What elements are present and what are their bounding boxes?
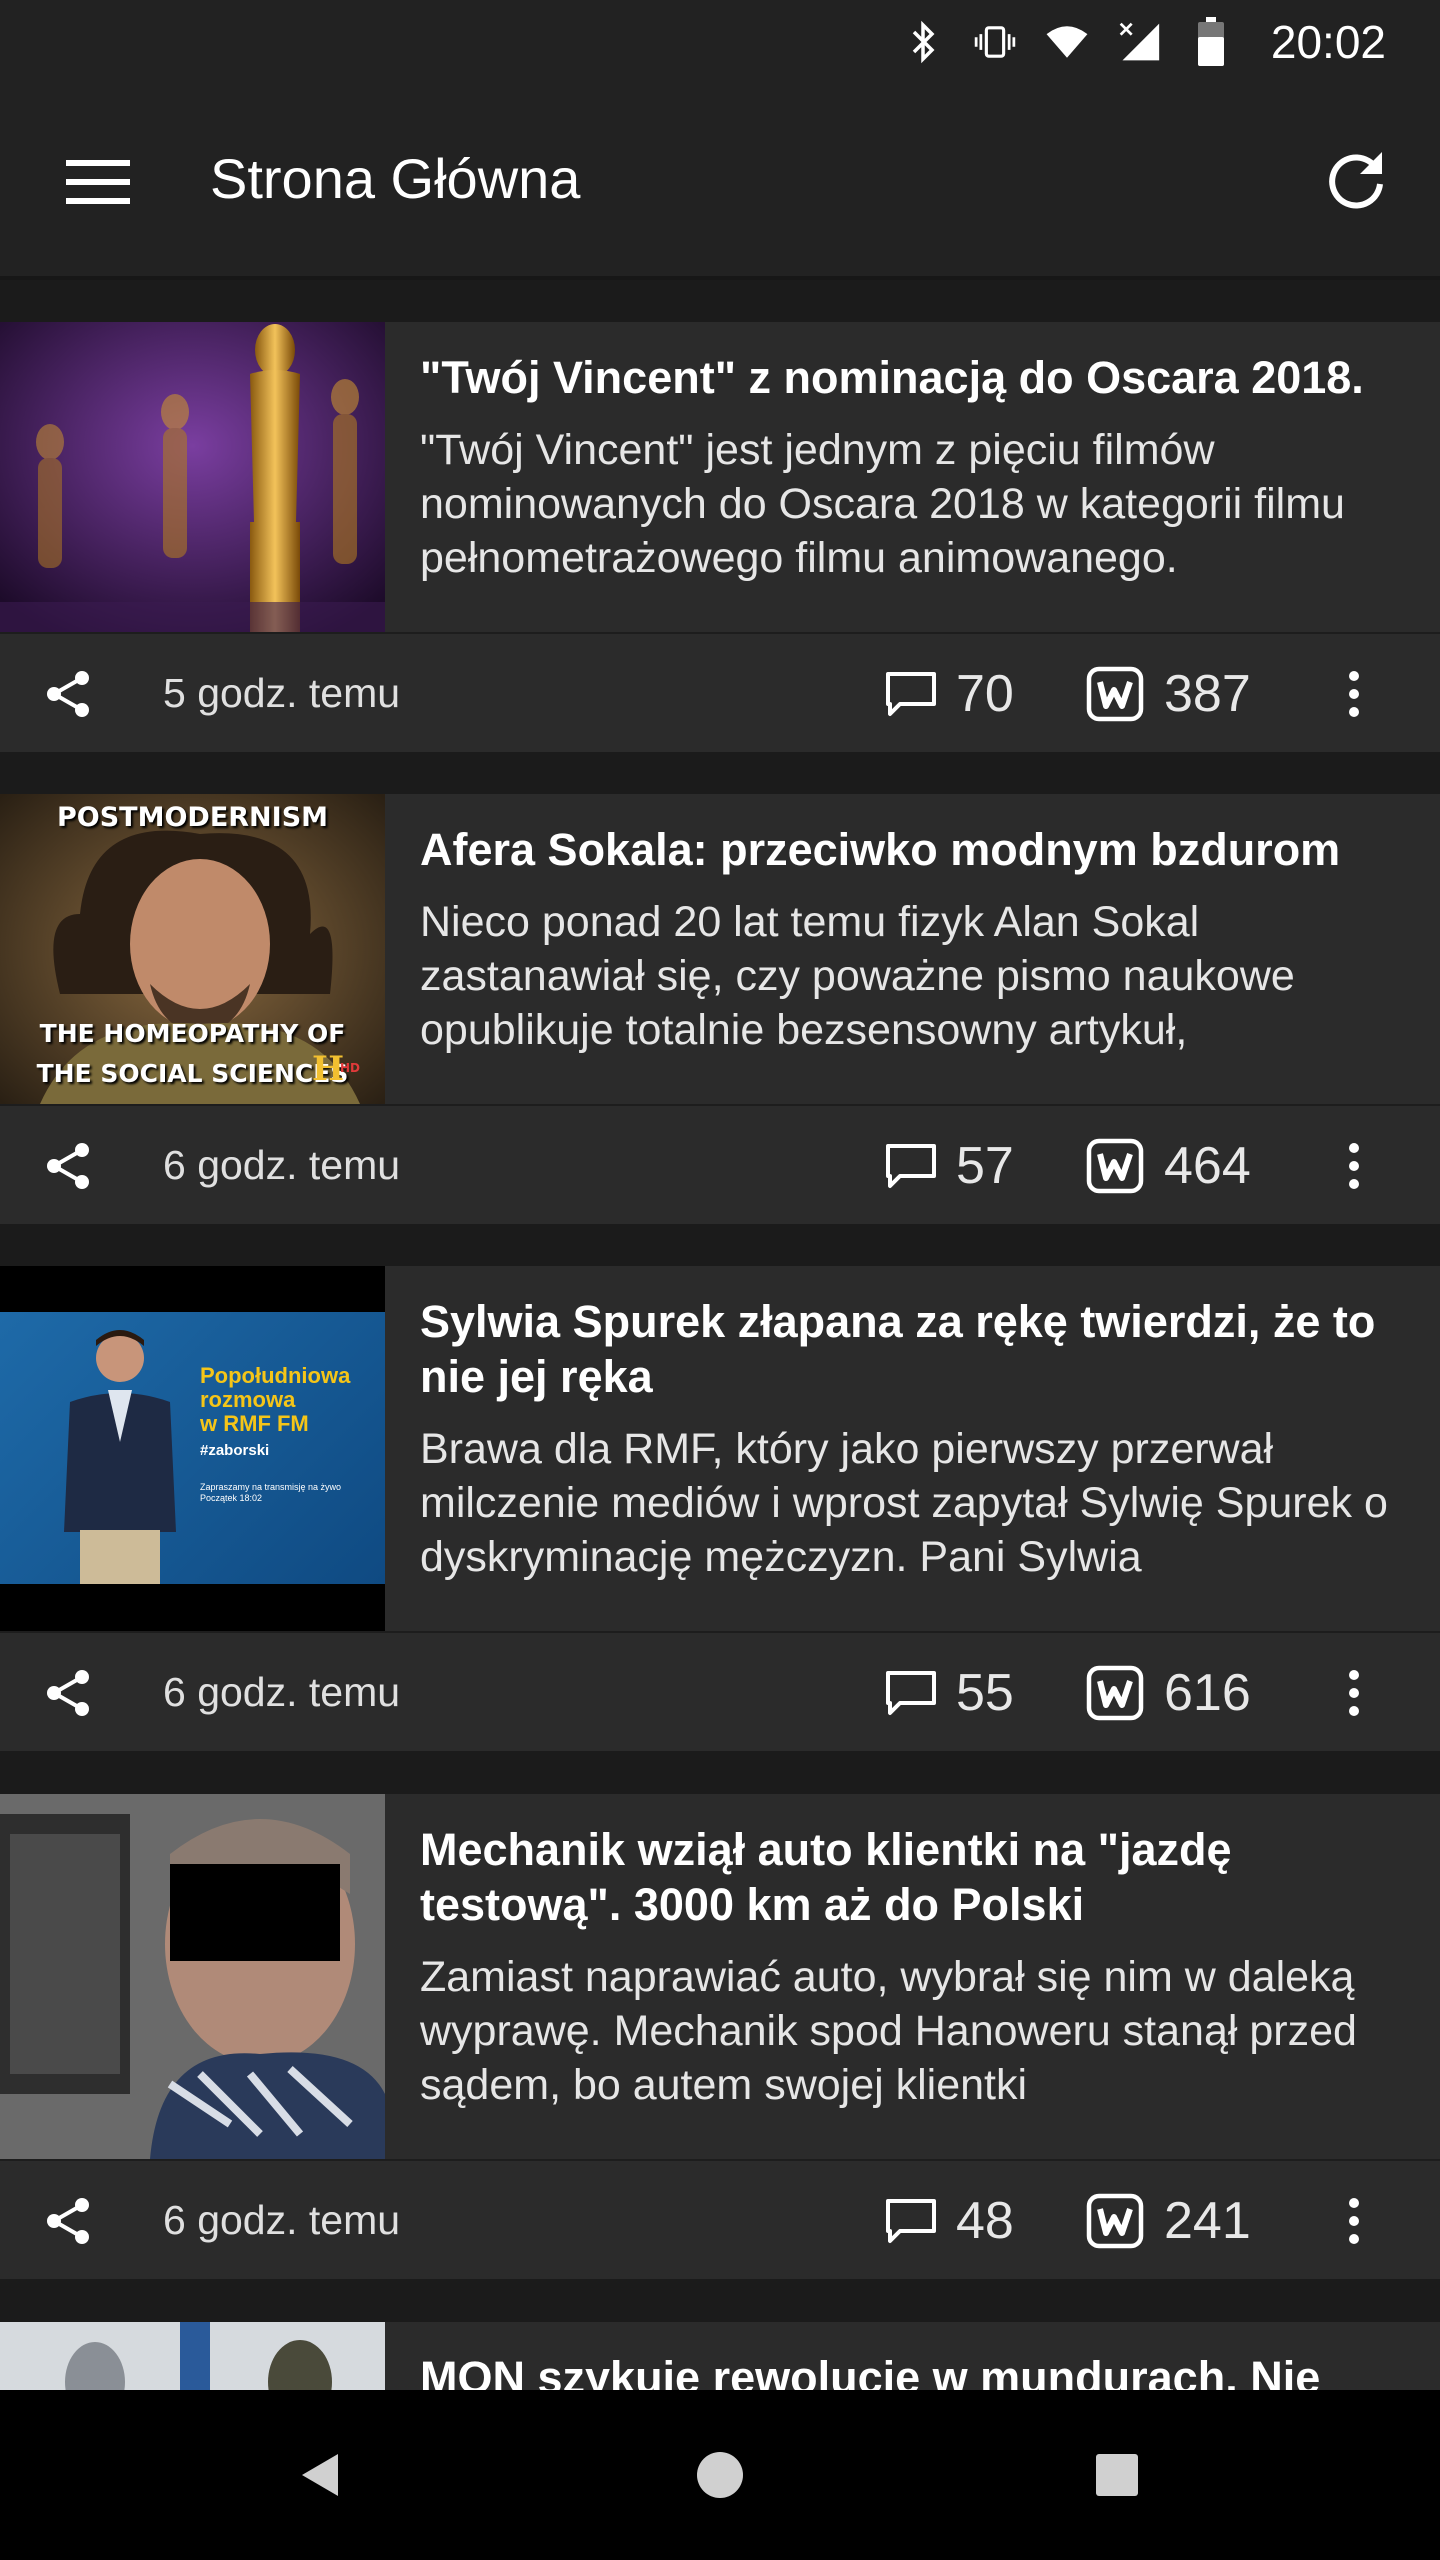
- comment-icon[interactable]: [884, 1142, 938, 1192]
- vote-icon[interactable]: [1086, 666, 1144, 722]
- page-title: Strona Główna: [210, 147, 581, 210]
- image-caption-line: THE HOMEOPATHY OF: [39, 1019, 346, 1048]
- system-navigation-bar: [0, 2390, 1440, 2560]
- article-thumbnail[interactable]: [0, 322, 385, 632]
- image-caption-top: POSTMODERNISM: [56, 802, 329, 833]
- comment-count: 48: [956, 2192, 1014, 2250]
- back-icon[interactable]: [286, 2440, 356, 2510]
- time-ago: 6 godz. temu: [163, 1142, 401, 1188]
- article-card[interactable]: Mechanik wziął auto klientki na "jazdę t…: [0, 1794, 1440, 2279]
- banner-line: w RMF FM: [200, 1411, 309, 1436]
- article-title[interactable]: Sylwia Spurek złapana za rękę twierdzi, …: [420, 1294, 1410, 1404]
- app-bar: Strona Główna: [0, 84, 1440, 280]
- time-ago: 5 godz. temu: [163, 670, 401, 716]
- time-ago: 6 godz. temu: [163, 1669, 401, 1715]
- rmf-banner: Popołudniowa rozmowa w RMF FM #zaborski …: [0, 1312, 385, 1584]
- hamburger-menu-icon[interactable]: [60, 154, 136, 210]
- banner-small-line: Początek 18:02: [200, 1493, 263, 1503]
- article-footer: 6 godz. temu 57 464: [0, 1106, 1440, 1224]
- svg-text:HD: HD: [340, 1061, 360, 1075]
- banner-text: Popołudniowa rozmowa w RMF FM: [200, 1364, 350, 1436]
- more-options-icon[interactable]: [1334, 2195, 1374, 2247]
- article-card[interactable]: "Twój Vincent" z nominacją do Oscara 201…: [0, 322, 1440, 752]
- article-text[interactable]: Mechanik wziął auto klientki na "jazdę t…: [420, 1822, 1410, 2112]
- vote-icon[interactable]: [1086, 1138, 1144, 1194]
- article-excerpt: Nieco ponad 20 lat temu fizyk Alan Sokal…: [420, 898, 1295, 1054]
- cell-signal-icon: [1117, 20, 1161, 64]
- recents-icon[interactable]: [1082, 2440, 1152, 2510]
- article-title[interactable]: "Twój Vincent" z nominacją do Oscara 201…: [420, 350, 1410, 405]
- article-card[interactable]: Popołudniowa rozmowa w RMF FM #zaborski …: [0, 1266, 1440, 1751]
- time-ago: 6 godz. temu: [163, 2197, 401, 2243]
- share-icon[interactable]: [44, 670, 92, 718]
- clock: 20:02: [1270, 16, 1386, 68]
- share-icon[interactable]: [44, 2197, 92, 2245]
- article-excerpt: Brawa dla RMF, który jako pierwszy przer…: [420, 1425, 1388, 1581]
- article-thumbnail[interactable]: Popołudniowa rozmowa w RMF FM #zaborski …: [0, 1266, 385, 1631]
- more-options-icon[interactable]: [1334, 668, 1374, 720]
- vote-icon[interactable]: [1086, 2193, 1144, 2249]
- comment-count: 57: [956, 1137, 1014, 1195]
- vote-count: 464: [1164, 1137, 1251, 1195]
- comment-icon[interactable]: [884, 670, 938, 720]
- article-thumbnail[interactable]: [0, 2322, 385, 2390]
- battery-icon: [1189, 17, 1233, 66]
- article-text[interactable]: Sylwia Spurek złapana za rękę twierdzi, …: [420, 1294, 1410, 1584]
- article-title[interactable]: Afera Sokala: przeciwko modnym bzdurom: [420, 822, 1410, 877]
- share-icon[interactable]: [44, 1669, 92, 1717]
- vote-count: 616: [1164, 1664, 1251, 1722]
- banner-small-line: Zapraszamy na transmisję na żywo: [200, 1482, 342, 1492]
- vote-icon[interactable]: [1086, 1665, 1144, 1721]
- comment-count: 70: [956, 665, 1014, 723]
- article-excerpt: Zamiast naprawiać auto, wybrał się nim w…: [420, 1953, 1357, 2109]
- article-card[interactable]: POSTMODERNISM THE HOMEOPATHY OF THE SOCI…: [0, 794, 1440, 1224]
- banner-line: Popołudniowa: [200, 1363, 351, 1388]
- article-thumbnail[interactable]: POSTMODERNISM THE HOMEOPATHY OF THE SOCI…: [0, 794, 385, 1104]
- vibrate-icon: [973, 20, 1017, 64]
- comment-icon[interactable]: [884, 1669, 938, 1719]
- home-icon[interactable]: [685, 2440, 755, 2510]
- article-title[interactable]: Mechanik wziął auto klientki na "jazdę t…: [420, 1822, 1410, 1932]
- article-card[interactable]: MON szykuje rewolucję w mundurach. Nie: [0, 2322, 1440, 2390]
- article-footer: 5 godz. temu 70 387: [0, 634, 1440, 752]
- vote-count: 387: [1164, 665, 1251, 723]
- article-excerpt: "Twój Vincent" jest jednym z pięciu film…: [420, 426, 1345, 582]
- history-logo-icon: H HD: [310, 1049, 370, 1095]
- refresh-icon[interactable]: [1322, 146, 1390, 214]
- bluetooth-icon: [901, 20, 945, 64]
- banner-line: rozmowa: [200, 1387, 296, 1412]
- wifi-icon: [1045, 20, 1089, 64]
- vote-count: 241: [1164, 2192, 1251, 2250]
- share-icon[interactable]: [44, 1142, 92, 1190]
- more-options-icon[interactable]: [1334, 1140, 1374, 1192]
- article-title[interactable]: MON szykuje rewolucję w mundurach. Nie: [420, 2350, 1410, 2390]
- status-bar: 20:02: [0, 0, 1440, 84]
- article-footer: 6 godz. temu 55 616: [0, 1633, 1440, 1751]
- article-text[interactable]: Afera Sokala: przeciwko modnym bzdurom N…: [420, 822, 1410, 1057]
- article-text[interactable]: "Twój Vincent" z nominacją do Oscara 201…: [420, 350, 1410, 585]
- article-footer: 6 godz. temu 48 241: [0, 2161, 1440, 2279]
- article-text[interactable]: MON szykuje rewolucję w mundurach. Nie: [420, 2350, 1410, 2390]
- article-feed[interactable]: "Twój Vincent" z nominacją do Oscara 201…: [0, 280, 1440, 2390]
- banner-tag: #zaborski: [200, 1442, 270, 1459]
- article-thumbnail[interactable]: [0, 1794, 385, 2159]
- comment-count: 55: [956, 1664, 1014, 1722]
- comment-icon[interactable]: [884, 2197, 938, 2247]
- more-options-icon[interactable]: [1334, 1667, 1374, 1719]
- banner-small-text: Zapraszamy na transmisję na żywo Począte…: [200, 1482, 341, 1504]
